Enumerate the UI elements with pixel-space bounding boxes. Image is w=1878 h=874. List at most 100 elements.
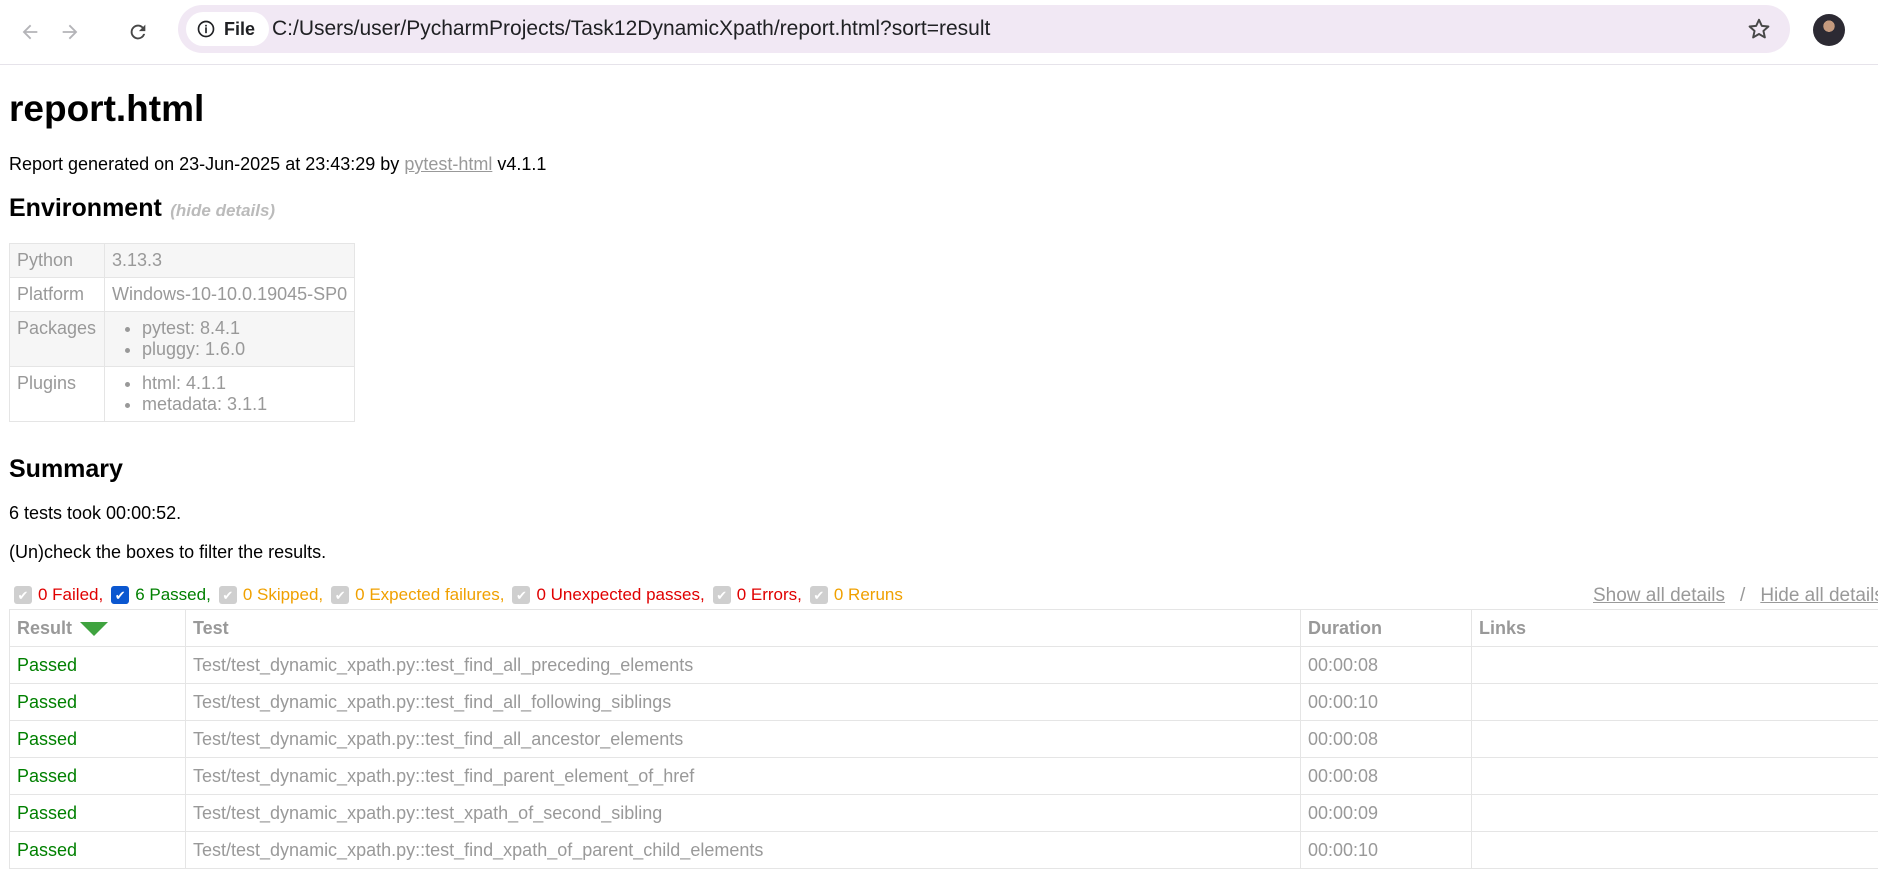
test-name-cell: Test/test_dynamic_xpath.py::test_find_xp… bbox=[185, 831, 1301, 869]
filter-label: 0 Errors, bbox=[736, 585, 802, 604]
sort-desc-icon bbox=[80, 621, 109, 636]
packages-list: pytest: 8.4.1 pluggy: 1.6.0 bbox=[112, 318, 347, 360]
duration-cell: 00:00:10 bbox=[1300, 683, 1472, 721]
result-cell: Passed bbox=[9, 794, 186, 832]
result-filters: ✔ 0 Failed, ✔ 6 Passed, ✔ 0 Skipped, ✔ 0… bbox=[14, 585, 911, 605]
filter-hint-text: (Un)check the boxes to filter the result… bbox=[9, 542, 327, 562]
env-key: Platform bbox=[9, 277, 105, 312]
test-name-cell: Test/test_dynamic_xpath.py::test_find_al… bbox=[185, 683, 1301, 721]
column-header-duration[interactable]: Duration bbox=[1300, 609, 1472, 647]
url-text[interactable]: C:/Users/user/PycharmProjects/Task12Dyna… bbox=[272, 17, 990, 41]
forward-button[interactable] bbox=[50, 12, 90, 52]
test-name-cell: Test/test_dynamic_xpath.py::test_xpath_o… bbox=[185, 794, 1301, 832]
filter-reruns: ✔ 0 Reruns bbox=[809, 585, 903, 605]
pytest-html-link[interactable]: pytest-html bbox=[404, 154, 492, 174]
site-info-chip[interactable]: File bbox=[186, 12, 270, 46]
column-header-result[interactable]: Result bbox=[9, 609, 186, 647]
env-key: Packages bbox=[9, 311, 105, 367]
generator-version: v4.1.1 bbox=[497, 154, 547, 174]
duration-cell: 00:00:09 bbox=[1300, 794, 1472, 832]
env-value: html: 4.1.1 metadata: 3.1.1 bbox=[103, 366, 356, 422]
env-value: pytest: 8.4.1 pluggy: 1.6.0 bbox=[103, 311, 356, 367]
duration-cell: 00:00:10 bbox=[1300, 831, 1472, 869]
column-label: Result bbox=[17, 617, 73, 638]
column-header-links: Links bbox=[1471, 609, 1878, 647]
profile-avatar[interactable] bbox=[1813, 14, 1845, 46]
filter-label: 0 Unexpected passes, bbox=[536, 585, 705, 604]
table-row[interactable]: Passed Test/test_dynamic_xpath.py::test_… bbox=[9, 757, 1878, 795]
unexpected-passes-checkbox[interactable]: ✔ bbox=[512, 586, 531, 604]
reload-button[interactable] bbox=[118, 12, 158, 52]
address-bar[interactable]: File C:/Users/user/PycharmProjects/Task1… bbox=[178, 5, 1790, 53]
env-row-platform: Platform Windows-10-10.0.19045-SP0 bbox=[9, 277, 356, 312]
links-cell bbox=[1471, 757, 1878, 795]
test-name-cell: Test/test_dynamic_xpath.py::test_find_al… bbox=[185, 720, 1301, 758]
filter-passed: ✔ 6 Passed, bbox=[111, 585, 211, 605]
passed-checkbox[interactable]: ✔ bbox=[111, 586, 130, 604]
table-row[interactable]: Passed Test/test_dynamic_xpath.py::test_… bbox=[9, 720, 1878, 758]
skipped-checkbox[interactable]: ✔ bbox=[218, 586, 237, 604]
arrow-right-icon bbox=[62, 24, 78, 40]
page-title: report.html bbox=[9, 88, 205, 129]
star-icon bbox=[1748, 18, 1770, 39]
filter-label: 0 Reruns bbox=[833, 585, 903, 604]
links-cell bbox=[1471, 831, 1878, 869]
separator: / bbox=[1740, 585, 1746, 606]
filter-label: 0 Failed, bbox=[38, 585, 104, 604]
filter-label: 6 Passed, bbox=[135, 585, 211, 604]
tests-duration-text: 6 tests took 00:00:52. bbox=[9, 503, 182, 523]
table-row[interactable]: Passed Test/test_dynamic_xpath.py::test_… bbox=[9, 794, 1878, 832]
list-item: pytest: 8.4.1 bbox=[142, 318, 347, 339]
result-cell: Passed bbox=[9, 646, 186, 684]
browser-toolbar: File C:/Users/user/PycharmProjects/Task1… bbox=[0, 0, 1878, 65]
detail-toggle-links: Show all details / Hide all details bbox=[1593, 585, 1878, 607]
env-value: 3.13.3 bbox=[103, 243, 356, 278]
duration-cell: 00:00:08 bbox=[1300, 646, 1472, 684]
report-generated-line: Report generated on 23-Jun-2025 at 23:43… bbox=[9, 154, 546, 175]
env-row-packages: Packages pytest: 8.4.1 pluggy: 1.6.0 bbox=[9, 311, 356, 367]
duration-cell: 00:00:08 bbox=[1300, 757, 1472, 795]
info-icon bbox=[197, 20, 215, 38]
result-cell: Passed bbox=[9, 757, 186, 795]
hide-details-toggle[interactable]: (hide details) bbox=[170, 201, 275, 220]
environment-header: Environment (hide details) bbox=[9, 194, 275, 223]
links-cell bbox=[1471, 720, 1878, 758]
filter-failed: ✔ 0 Failed, bbox=[14, 585, 103, 605]
result-cell: Passed bbox=[9, 831, 186, 869]
errors-checkbox[interactable]: ✔ bbox=[712, 586, 731, 604]
reruns-checkbox[interactable]: ✔ bbox=[809, 586, 828, 604]
env-value: Windows-10-10.0.19045-SP0 bbox=[103, 277, 356, 312]
result-cell: Passed bbox=[9, 720, 186, 758]
links-cell bbox=[1471, 683, 1878, 721]
reload-icon bbox=[130, 24, 146, 40]
plugins-list: html: 4.1.1 metadata: 3.1.1 bbox=[112, 373, 347, 415]
env-key: Python bbox=[9, 243, 105, 278]
failed-checkbox[interactable]: ✔ bbox=[14, 586, 32, 604]
env-key: Plugins bbox=[9, 366, 105, 422]
table-row[interactable]: Passed Test/test_dynamic_xpath.py::test_… bbox=[9, 646, 1878, 684]
hide-all-details-link[interactable]: Hide all details bbox=[1760, 585, 1878, 606]
links-cell bbox=[1471, 794, 1878, 832]
test-name-cell: Test/test_dynamic_xpath.py::test_find_al… bbox=[185, 646, 1301, 684]
environment-heading: Environment bbox=[9, 194, 162, 222]
results-table: Result Test Duration Links Passed Test/t… bbox=[9, 609, 1878, 869]
back-button[interactable] bbox=[10, 12, 50, 52]
arrow-left-icon bbox=[22, 24, 38, 40]
table-row[interactable]: Passed Test/test_dynamic_xpath.py::test_… bbox=[9, 831, 1878, 869]
list-item: metadata: 3.1.1 bbox=[142, 394, 347, 415]
column-header-test[interactable]: Test bbox=[185, 609, 1301, 647]
expected-failures-checkbox[interactable]: ✔ bbox=[331, 586, 350, 604]
show-all-details-link[interactable]: Show all details bbox=[1593, 585, 1725, 606]
environment-table: Python 3.13.3 Platform Windows-10-10.0.1… bbox=[9, 243, 356, 422]
site-info-label: File bbox=[224, 18, 256, 39]
filter-unexpected-passes: ✔ 0 Unexpected passes, bbox=[512, 585, 705, 605]
results-header-row: Result Test Duration Links bbox=[9, 609, 1878, 647]
links-cell bbox=[1471, 646, 1878, 684]
duration-cell: 00:00:08 bbox=[1300, 720, 1472, 758]
summary-heading: Summary bbox=[9, 455, 123, 483]
bookmark-button[interactable] bbox=[1746, 16, 1772, 47]
result-cell: Passed bbox=[9, 683, 186, 721]
list-item: pluggy: 1.6.0 bbox=[142, 339, 347, 360]
filter-errors: ✔ 0 Errors, bbox=[712, 585, 802, 605]
table-row[interactable]: Passed Test/test_dynamic_xpath.py::test_… bbox=[9, 683, 1878, 721]
